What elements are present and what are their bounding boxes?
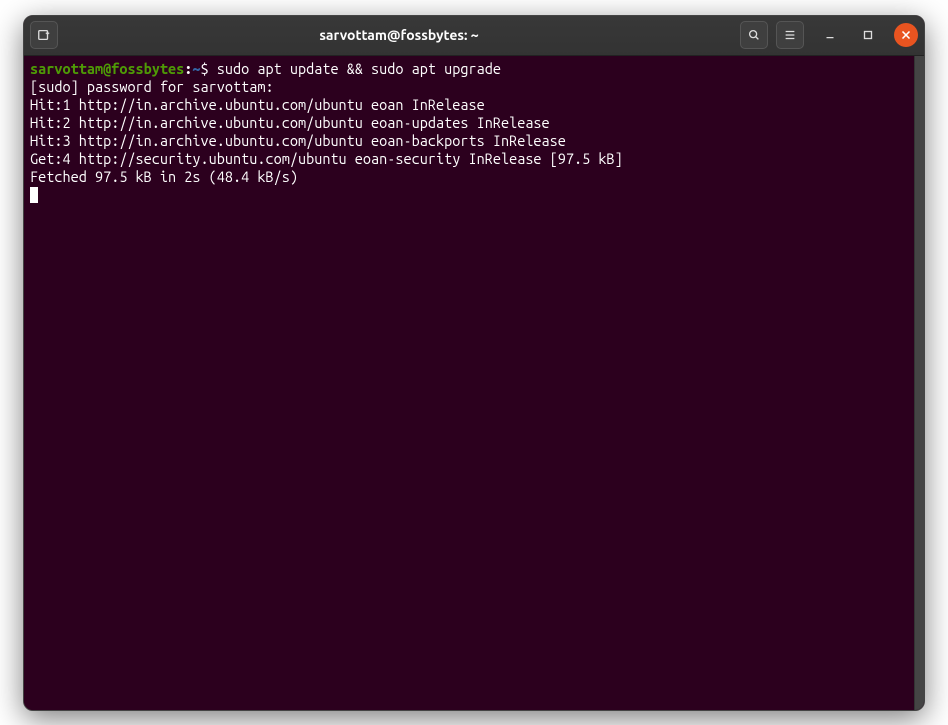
window-controls [818,23,918,47]
prompt-user-host: sarvottam@fossbytes [30,60,184,77]
cursor-icon [30,187,38,203]
titlebar-right [740,21,918,49]
prompt-path: ~ [192,60,200,77]
output-line: Hit:2 http://in.archive.ubuntu.com/ubunt… [30,114,918,132]
prompt-line: sarvottam@fossbytes:~$ sudo apt update &… [30,60,918,78]
terminal-window: sarvottam@fossbytes: ~ [23,15,925,711]
search-button[interactable] [740,21,768,49]
output-line: Get:4 http://security.ubuntu.com/ubuntu … [30,150,918,168]
menu-button[interactable] [776,21,804,49]
close-button[interactable] [894,23,918,47]
titlebar-left [30,21,58,49]
scrollbar[interactable] [914,56,924,710]
new-tab-button[interactable] [30,21,58,49]
output-line: [sudo] password for sarvottam: [30,78,918,96]
maximize-button[interactable] [856,23,880,47]
window-title: sarvottam@fossbytes: ~ [64,27,734,43]
cursor-line [30,186,918,204]
output-line: Fetched 97.5 kB in 2s (48.4 kB/s) [30,168,918,186]
output-line: Hit:3 http://in.archive.ubuntu.com/ubunt… [30,132,918,150]
terminal-body[interactable]: sarvottam@fossbytes:~$ sudo apt update &… [24,56,924,710]
minimize-button[interactable] [818,23,842,47]
command-text: sudo apt update && sudo apt upgrade [217,60,501,77]
prompt-dollar: $ [201,60,217,77]
output-line: Hit:1 http://in.archive.ubuntu.com/ubunt… [30,96,918,114]
titlebar: sarvottam@fossbytes: ~ [24,16,924,56]
